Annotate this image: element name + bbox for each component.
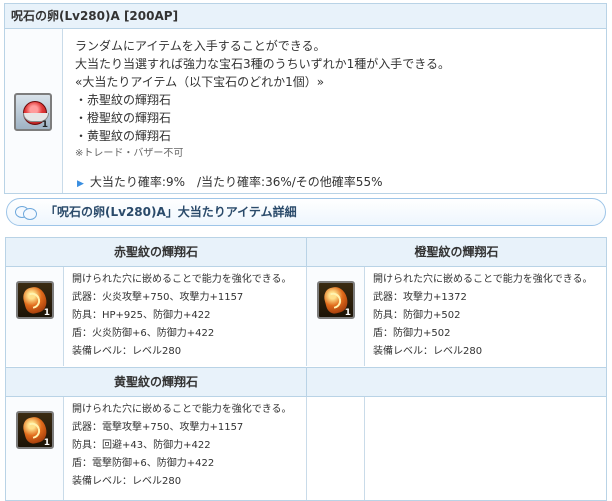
stone-icon-column: 1 <box>6 267 64 366</box>
stone-detail-line: 開けられた穴に嵌めることで能力を強化できる。 <box>72 274 292 285</box>
stone-icon-column: 1 <box>6 397 64 500</box>
stone-details: 開けられた穴に嵌めることで能力を強化できる。 武器：電撃攻撃+750、攻撃力+1… <box>72 401 292 491</box>
description-line: ランダムにアイテムを入手することができる。 <box>75 39 326 53</box>
item-panel: 呪石の卵(Lv280)A [200AP] 1 ランダムにアイテムを入手することが… <box>4 3 607 194</box>
description-line: ・橙聖紋の輝翔石 <box>75 111 172 125</box>
sacred-stone-icon[interactable]: 1 <box>317 281 355 319</box>
stone-detail-line: 盾：火炎防御+6、防御力+422 <box>72 328 215 339</box>
stone-name-header: 赤聖紋の輝翔石 <box>6 238 307 267</box>
stone-detail-line: 武器：攻撃力+1372 <box>373 292 467 303</box>
empty-icon-column <box>307 397 365 500</box>
description-line: 大当たり当選すれば強力な宝石3種のうちいずれか1種が入手できる。 <box>75 57 451 71</box>
sacred-stone-icon[interactable]: 1 <box>16 281 54 319</box>
stone-icon-column: 1 <box>307 267 365 366</box>
triangle-right-icon: ▶ <box>77 179 84 189</box>
stone-cell: 1 開けられた穴に嵌めることで能力を強化できる。 武器：電撃攻撃+750、攻撃力… <box>6 397 307 500</box>
empty-header <box>307 367 606 397</box>
sacred-stone-icon[interactable]: 1 <box>16 411 54 449</box>
red-egg-icon[interactable]: 1 <box>14 93 52 131</box>
stone-quantity: 1 <box>43 438 50 448</box>
stone-detail-line: 盾：防御力+502 <box>373 328 451 339</box>
probability-row: ▶ 大当たり確率:9% /当たり確率:36%/その他確率55% <box>77 173 382 190</box>
stone-cell: 1 開けられた穴に嵌めることで能力を強化できる。 武器：火炎攻撃+750、攻撃力… <box>6 267 307 366</box>
stone-quantity: 1 <box>344 308 351 318</box>
stone-details: 開けられた穴に嵌めることで能力を強化できる。 武器：火炎攻撃+750、攻撃力+1… <box>72 271 292 361</box>
description-line: «大当たりアイテム（以下宝石のどれか1個）» <box>75 75 325 89</box>
stone-name-header: 黄聖紋の輝翔石 <box>6 367 307 397</box>
speech-bubble-icon <box>15 205 37 220</box>
stone-detail-line: 武器：電撃攻撃+750、攻撃力+1157 <box>72 422 244 433</box>
stone-table: 赤聖紋の輝翔石 橙聖紋の輝翔石 1 開けられた穴に嵌めることで能力を強化できる。… <box>5 237 607 501</box>
stone-name-header: 橙聖紋の輝翔石 <box>307 238 606 267</box>
item-description: ランダムにアイテムを入手することができる。 大当たり当選すれば強力な宝石3種のう… <box>75 37 450 163</box>
stone-detail-line: 防具：HP+925、防御力+422 <box>72 310 211 321</box>
item-title: 呪石の卵(Lv280)A [200AP] <box>5 4 606 29</box>
stone-quantity: 1 <box>43 308 50 318</box>
probability-text: 大当たり確率:9% /当たり確率:36%/その他確率55% <box>89 175 383 189</box>
section-title: 「呪石の卵(Lv280)A」大当たりアイテム詳細 <box>45 205 297 219</box>
stone-detail-line: 装備レベル：レベル280 <box>72 476 182 487</box>
section-header: 「呪石の卵(Lv280)A」大当たりアイテム詳細 <box>6 198 606 226</box>
stone-detail-line: 防具：回避+43、防御力+422 <box>72 440 211 451</box>
stone-detail-line: 防具：防御力+502 <box>373 310 461 321</box>
stone-detail-line: 装備レベル：レベル280 <box>72 346 182 357</box>
stone-detail-line: 開けられた穴に嵌めることで能力を強化できる。 <box>72 404 292 415</box>
empty-cell <box>307 397 606 500</box>
trade-note: ※トレード・バザー不可 <box>75 148 184 159</box>
stone-cell: 1 開けられた穴に嵌めることで能力を強化できる。 武器：攻撃力+1372 防具：… <box>307 267 606 366</box>
stone-details: 開けられた穴に嵌めることで能力を強化できる。 武器：攻撃力+1372 防具：防御… <box>373 271 593 361</box>
stone-detail-line: 武器：火炎攻撃+750、攻撃力+1157 <box>72 292 244 303</box>
description-line: ・黄聖紋の輝翔石 <box>75 129 172 143</box>
item-quantity: 1 <box>41 120 48 130</box>
stone-detail-line: 開けられた穴に嵌めることで能力を強化できる。 <box>373 274 593 285</box>
stone-detail-line: 装備レベル：レベル280 <box>373 346 483 357</box>
item-icon-column: 1 <box>5 29 63 193</box>
description-line: ・赤聖紋の輝翔石 <box>75 93 172 107</box>
stone-detail-line: 盾：電撃防御+6、防御力+422 <box>72 458 215 469</box>
